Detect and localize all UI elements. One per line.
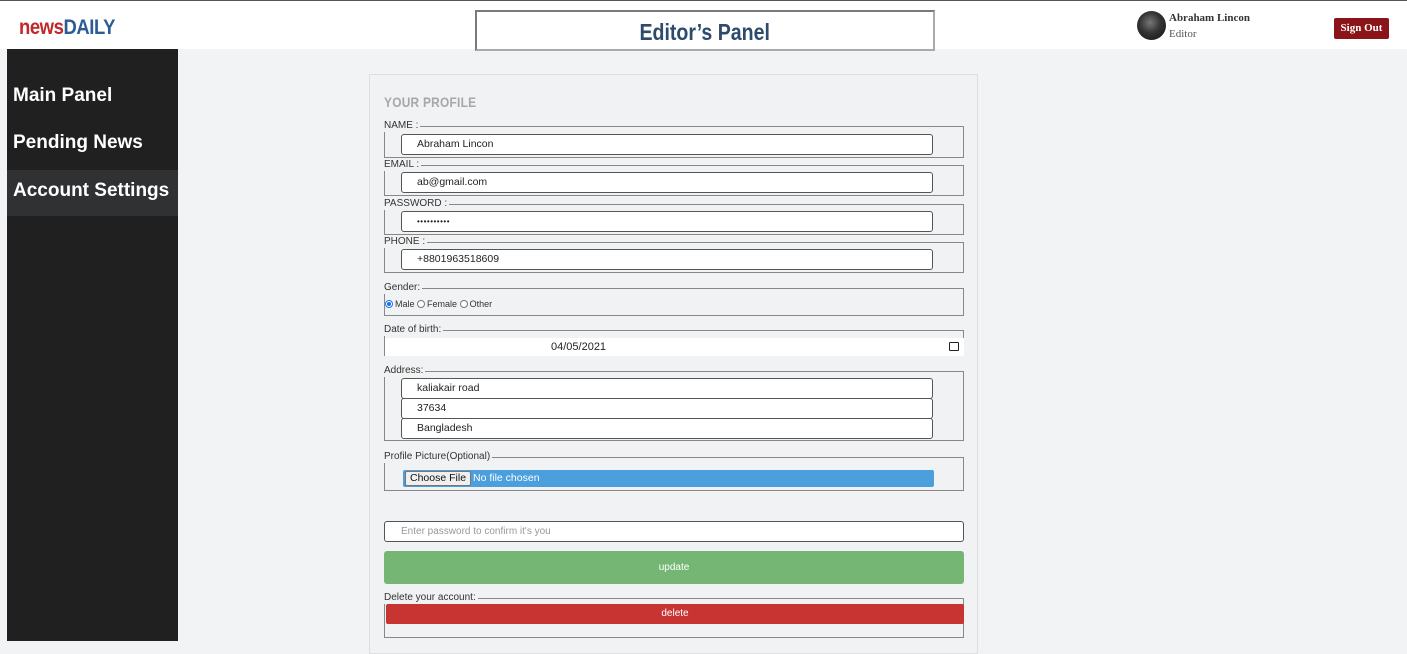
file-input[interactable]: Choose File No file chosen [403, 470, 934, 487]
panel-title-text: Editor’s Panel [639, 19, 771, 45]
gender-radio-male[interactable] [385, 300, 393, 308]
confirm-password-input[interactable]: Enter password to confirm it's you [384, 521, 964, 542]
name-label: NAME : [384, 120, 421, 132]
email-label: EMAIL : [384, 159, 422, 171]
phone-input[interactable]: +8801963518609 [401, 249, 933, 270]
picture-fieldset: Profile Picture(Optional) Choose File No… [384, 451, 964, 491]
address-line2-input[interactable]: 37634 [401, 398, 933, 419]
profile-title: YOUR PROFILE [384, 94, 477, 110]
avatar [1137, 11, 1166, 40]
name-fieldset: NAME : Abraham Lincon [384, 120, 964, 158]
dob-value: 04/05/2021 [551, 341, 607, 353]
gender-options: Male Female Other [385, 299, 492, 309]
address-label: Address: [384, 365, 426, 377]
profile-card: YOUR PROFILE NAME : Abraham Lincon EMAIL… [369, 74, 978, 654]
delete-button[interactable]: delete [386, 604, 964, 624]
email-input[interactable]: ab@gmail.com [401, 172, 933, 193]
sidebar-item-pending-news[interactable]: Pending News [7, 123, 178, 163]
logo-daily: DAILY [63, 16, 116, 39]
address-line1-input[interactable]: kaliakair road [401, 378, 933, 399]
gender-label-other: Other [469, 299, 493, 309]
dob-label: Date of birth: [384, 324, 444, 336]
address-fieldset: Address: kaliakair road 37634 Bangladesh [384, 365, 964, 441]
name-input[interactable]: Abraham Lincon [401, 134, 933, 155]
logo[interactable]: newsDAILY [19, 16, 115, 40]
password-label: PASSWORD : [384, 198, 450, 210]
gender-label-female: Female [427, 299, 458, 309]
gender-radio-other[interactable] [459, 300, 468, 308]
sidebar-item-main-panel[interactable]: Main Panel [7, 76, 178, 116]
phone-label: PHONE : [384, 236, 428, 248]
user-name: Abraham Lincon [1169, 12, 1250, 24]
address-line3-input[interactable]: Bangladesh [401, 418, 933, 439]
no-file-text: No file chosen [473, 472, 540, 484]
choose-file-button[interactable]: Choose File [405, 471, 472, 486]
update-button[interactable]: update [384, 551, 964, 584]
sidebar: Main Panel Pending News Account Settings [7, 49, 178, 641]
delete-label: Delete your account: [384, 592, 478, 604]
gender-label: Gender: [384, 282, 423, 294]
sign-out-button[interactable]: Sign Out [1334, 18, 1389, 39]
logo-news: news [19, 16, 64, 39]
picture-label: Profile Picture(Optional) [384, 451, 493, 463]
user-role: Editor [1169, 28, 1197, 40]
gender-radio-female[interactable] [417, 300, 426, 308]
password-fieldset: PASSWORD : •••••••••• [384, 198, 964, 235]
phone-fieldset: PHONE : +8801963518609 [384, 236, 964, 273]
dob-input[interactable]: 04/05/2021 [384, 338, 964, 356]
top-bar: newsDAILY Editor’s Panel Abraham Lincon … [0, 0, 1407, 51]
calendar-icon[interactable] [949, 342, 959, 351]
email-fieldset: EMAIL : ab@gmail.com [384, 159, 964, 196]
password-input[interactable]: •••••••••• [401, 211, 933, 232]
gender-fieldset: Gender: Male Female Other [384, 282, 964, 316]
gender-label-male: Male [395, 299, 415, 309]
sidebar-item-account-settings[interactable]: Account Settings [7, 170, 178, 216]
delete-fieldset: Delete your account: delete [384, 592, 964, 638]
panel-title: Editor’s Panel [475, 10, 935, 51]
